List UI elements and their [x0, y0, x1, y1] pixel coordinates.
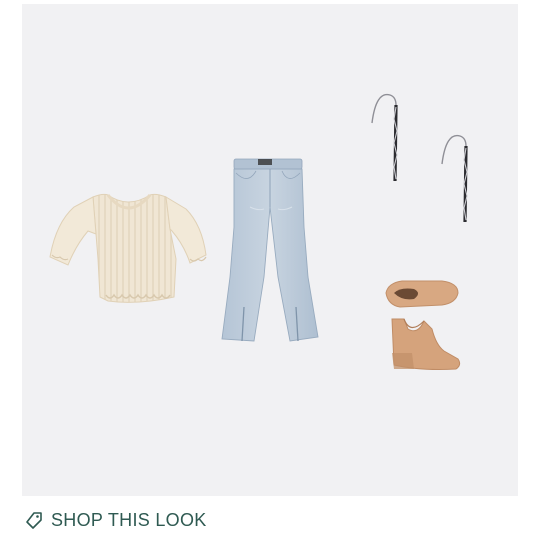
- tag-icon: [24, 511, 44, 531]
- earring-right-image[interactable]: [438, 130, 478, 230]
- shop-this-look-link[interactable]: SHOP THIS LOOK: [24, 510, 207, 531]
- shop-this-look-label: SHOP THIS LOOK: [51, 510, 207, 530]
- jeans-image[interactable]: [220, 157, 325, 347]
- sweater-image[interactable]: [48, 189, 208, 314]
- outfit-image-panel[interactable]: [22, 4, 518, 496]
- booties-image[interactable]: [384, 279, 464, 374]
- earring-left-image[interactable]: [368, 89, 408, 189]
